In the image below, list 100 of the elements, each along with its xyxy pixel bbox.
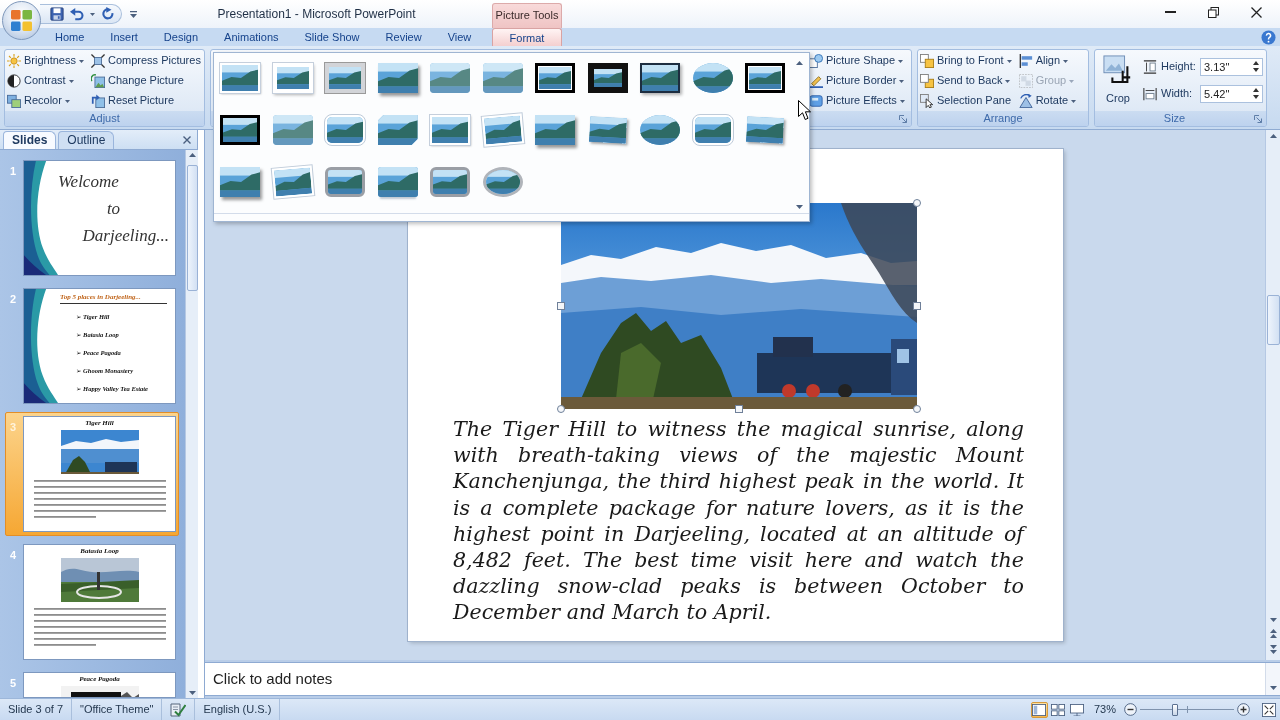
panel-tab[interactable]: Outline (58, 131, 115, 149)
landscape-icon (220, 167, 260, 197)
resize-handle-icon[interactable] (912, 302, 921, 310)
dropdown-caret-icon[interactable] (90, 12, 95, 16)
picture-style-option[interactable] (377, 115, 418, 145)
landscape-icon (640, 115, 680, 145)
dialog-launcher-icon[interactable] (899, 114, 907, 123)
spin-field[interactable]: 5.42" (1200, 85, 1263, 103)
scroll-down-arrow-icon[interactable] (1269, 618, 1277, 622)
help-icon[interactable] (1261, 29, 1276, 45)
picture-style-option[interactable] (640, 63, 680, 93)
scroll-down-arrow-icon[interactable] (1269, 686, 1277, 690)
picture-style-option[interactable] (640, 115, 680, 145)
ribbon-button[interactable]: Picture Border (807, 71, 907, 91)
slide-number: 1 (9, 164, 18, 179)
previous-slide-icon[interactable] (1269, 629, 1277, 638)
vertical-scrollbar[interactable] (185, 150, 198, 698)
fit-to-window-icon[interactable] (1262, 702, 1276, 717)
zoom-in-icon[interactable] (1237, 703, 1250, 716)
picture-style-option[interactable] (745, 63, 785, 93)
normal-view-icon (1032, 703, 1047, 716)
crop-icon (1103, 55, 1133, 83)
ribbon-tab[interactable]: Home (42, 28, 98, 46)
view-button[interactable] (1068, 701, 1086, 718)
landscape-icon (432, 117, 468, 143)
ribbon-button[interactable]: Recolor (5, 91, 86, 111)
scroll-up-arrow-icon[interactable] (188, 153, 196, 157)
ribbon-button[interactable]: Align (1016, 51, 1079, 71)
ribbon-button[interactable]: Brightness (5, 51, 86, 71)
ribbon-tab[interactable]: Slide Show (291, 28, 373, 46)
ribbon-tab[interactable]: Design (150, 28, 212, 46)
back-square-icon (920, 74, 934, 88)
field-label: Width: (1161, 87, 1194, 101)
spinner-arrows-icon[interactable] (1253, 61, 1259, 72)
spinner-arrows-icon[interactable] (1253, 88, 1259, 99)
dropdown-caret-icon (899, 79, 905, 83)
undo-icon[interactable] (70, 7, 84, 21)
spell-check-icon[interactable] (170, 702, 187, 717)
ribbon-button[interactable]: Compress Pictures (89, 51, 203, 71)
scroll-down-arrow-icon[interactable] (188, 691, 196, 695)
ribbon-button[interactable]: Picture Effects (807, 91, 907, 111)
picture-return-arrow-icon (91, 94, 105, 108)
panel-tab[interactable]: Slides (3, 131, 57, 149)
ribbon-tab[interactable]: View (434, 28, 485, 46)
landscape-icon (483, 115, 522, 145)
zoom-out-icon[interactable] (1124, 703, 1137, 716)
ribbon-tab[interactable]: Review (372, 28, 435, 46)
scroll-up-arrow-icon[interactable] (795, 61, 803, 65)
picture-style-option[interactable] (220, 115, 260, 145)
slide-counter: Slide 3 of 7 (0, 699, 73, 720)
ribbon-button[interactable]: Send to Back (918, 71, 1014, 91)
group-label: Adjust (88, 111, 121, 126)
picture-style-option[interactable] (535, 63, 575, 93)
resize-handle-icon[interactable] (556, 405, 565, 413)
slider-thumb[interactable] (1171, 703, 1178, 716)
vertical-scrollbar[interactable] (1265, 130, 1280, 660)
resize-handle-icon[interactable] (912, 405, 921, 413)
ribbon-button[interactable]: Rotate (1016, 91, 1079, 111)
scroll-down-arrow-icon[interactable] (795, 205, 803, 209)
horizontal-measure-icon (1143, 87, 1157, 101)
resize-handle-icon[interactable] (556, 302, 565, 310)
ribbon-button[interactable]: Reset Picture (89, 91, 203, 111)
spin-field[interactable]: 3.13" (1200, 58, 1263, 76)
ribbon-tab[interactable]: Format (492, 28, 562, 46)
ribbon-tab[interactable]: Insert (97, 28, 151, 46)
scrollbar-thumb[interactable] (1266, 295, 1280, 345)
ribbon-button[interactable]: Picture Shape (807, 51, 907, 71)
picture-style-option[interactable] (745, 116, 785, 144)
next-slide-icon[interactable] (1269, 645, 1277, 654)
slide-list-item[interactable]: 1 Welcome to Darjeeling... (5, 156, 179, 280)
scrollbar-thumb[interactable] (186, 165, 198, 291)
picture-style-option[interactable] (587, 63, 628, 93)
view-button[interactable] (1030, 701, 1048, 718)
picture-style-option[interactable] (588, 116, 627, 144)
ribbon-button[interactable]: Selection Pane (918, 91, 1014, 111)
ribbon-button[interactable]: Contrast (5, 71, 86, 91)
crop-button[interactable]: Crop (1099, 51, 1137, 111)
ribbon-tab[interactable]: Animations (211, 28, 292, 46)
redo-icon[interactable] (101, 7, 115, 21)
close-icon[interactable] (1251, 6, 1262, 18)
dropdown-caret-icon (1069, 79, 1075, 83)
landscape-icon (222, 65, 258, 91)
group-label: Arrange (982, 111, 1024, 126)
picture-style-option[interactable] (692, 63, 733, 93)
ribbon-button[interactable]: Bring to Front (918, 51, 1014, 71)
ribbon-button[interactable]: Change Picture (89, 71, 203, 91)
customize-caret-icon[interactable] (130, 10, 137, 18)
zoom-level: 73% (1093, 702, 1116, 717)
picture-style-option[interactable] (377, 167, 418, 197)
landscape-icon (694, 117, 731, 143)
restore-icon[interactable] (1208, 6, 1219, 18)
dropdown-caret-icon (64, 99, 70, 103)
resize-handle-icon[interactable] (912, 199, 921, 207)
field-label: Height: (1161, 60, 1197, 74)
dialog-launcher-icon[interactable] (1254, 114, 1262, 123)
slide-number: 5 (9, 676, 18, 691)
scroll-up-arrow-icon[interactable] (1269, 134, 1277, 138)
resize-handle-icon[interactable] (734, 405, 743, 413)
picture-style-option[interactable] (482, 167, 523, 197)
view-button[interactable] (1049, 701, 1067, 718)
